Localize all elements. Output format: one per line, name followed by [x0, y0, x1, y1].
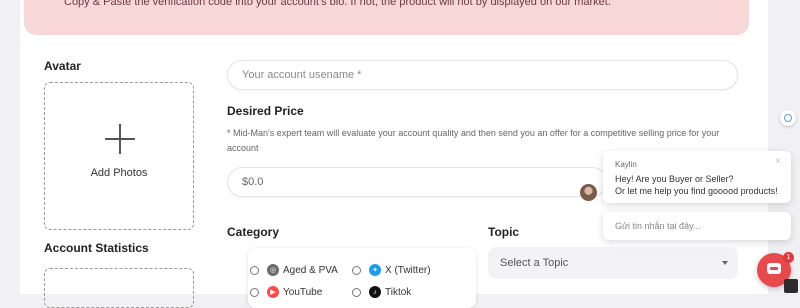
- category-option-label: YouTube: [283, 286, 323, 298]
- accessibility-widget-icon[interactable]: [780, 110, 796, 126]
- agent-avatar: [580, 184, 597, 201]
- topic-selected-value: Select a Topic: [500, 257, 569, 269]
- chat-input-placeholder: Gửi tin nhắn tại đây...: [615, 221, 701, 231]
- plus-icon: [105, 124, 135, 154]
- chat-message-input[interactable]: Gửi tin nhắn tại đây...: [603, 212, 791, 240]
- category-option-tiktok[interactable]: ♪ Tiktok: [352, 286, 411, 298]
- price-value: $0.0: [242, 176, 264, 188]
- tiktok-icon: ♪: [369, 286, 381, 298]
- chat-icon: [767, 263, 781, 274]
- category-label: Category: [227, 225, 280, 239]
- unread-badge: 1: [783, 252, 794, 263]
- radio-button[interactable]: [250, 287, 259, 297]
- aged-pva-icon: ◎: [267, 264, 279, 276]
- category-option-twitter[interactable]: ✦ X (Twitter): [352, 264, 431, 276]
- topic-select[interactable]: Select a Topic: [488, 247, 738, 279]
- chat-message-line: Or let me help you find gooood products!: [615, 186, 778, 196]
- radio-button[interactable]: [250, 265, 259, 275]
- alert-text: Copy & Paste the verification code into …: [64, 0, 611, 8]
- statistics-upload-box[interactable]: [44, 268, 194, 308]
- price-input[interactable]: $0.0: [227, 167, 607, 197]
- category-option-youtube[interactable]: ▶ YouTube: [250, 286, 322, 298]
- twitter-icon: ✦: [369, 264, 381, 276]
- category-options-panel: [248, 248, 476, 308]
- chat-message-bubble: Kaylin × Hey! Are you Buyer or Seller? O…: [603, 151, 791, 203]
- chat-message-line: Hey! Are you Buyer or Seller?: [615, 174, 734, 184]
- verification-alert: Copy & Paste the verification code into …: [24, 0, 749, 35]
- account-statistics-label: Account Statistics: [44, 241, 149, 255]
- category-option-label: Tiktok: [385, 286, 412, 298]
- category-option-label: X (Twitter): [385, 264, 431, 276]
- username-placeholder: Your account usename *: [242, 69, 362, 81]
- radio-button[interactable]: [352, 265, 361, 275]
- chevron-down-icon: [722, 261, 728, 265]
- username-input[interactable]: Your account usename *: [227, 60, 738, 90]
- extension-icon[interactable]: [784, 279, 798, 293]
- close-icon[interactable]: ×: [773, 157, 783, 167]
- chat-agent-name: Kaylin: [615, 160, 637, 169]
- category-option-aged-pva[interactable]: ◎ Aged & PVA: [250, 264, 338, 276]
- avatar-upload-box[interactable]: Add Photos: [44, 82, 194, 230]
- category-option-label: Aged & PVA: [283, 264, 338, 276]
- desired-price-label: Desired Price: [227, 104, 304, 118]
- radio-button[interactable]: [352, 287, 361, 297]
- add-photos-label: Add Photos: [90, 167, 148, 179]
- avatar-label: Avatar: [44, 59, 81, 73]
- youtube-icon: ▶: [267, 286, 279, 298]
- topic-label: Topic: [488, 225, 520, 239]
